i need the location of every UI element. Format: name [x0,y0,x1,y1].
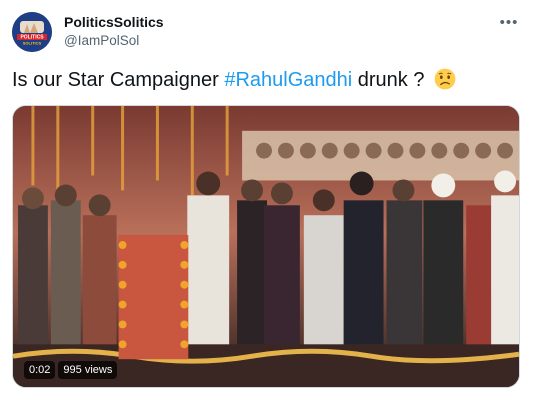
video-views: 995 views [58,361,118,379]
hashtag-link[interactable]: #RahulGandhi [224,69,352,91]
video-duration: 0:02 [24,361,56,379]
more-options-button[interactable]: ••• [497,10,521,34]
svg-text:SOLITICS: SOLITICS [23,41,42,46]
video-player[interactable] [12,105,520,388]
tweet-text-after: drunk ? [352,69,425,91]
ellipsis-icon: ••• [499,13,519,31]
worried-face-emoji [434,68,456,90]
video-frame [13,106,519,387]
author-handle[interactable]: @IamPolSol [64,33,139,48]
tweet-card[interactable]: POLITICS SOLITICS PoliticsSolitics @IamP… [0,0,535,402]
tweet-text: Is our Star Campaigner #RahulGandhi drun… [12,66,523,94]
author-avatar[interactable]: POLITICS SOLITICS [12,12,52,52]
author-display-name[interactable]: PoliticsSolitics [64,14,164,30]
video-info-badge: 0:02 995 views [24,361,118,379]
politicssolitics-logo: POLITICS SOLITICS [12,12,52,52]
tweet-text-before: Is our Star Campaigner [12,69,225,91]
